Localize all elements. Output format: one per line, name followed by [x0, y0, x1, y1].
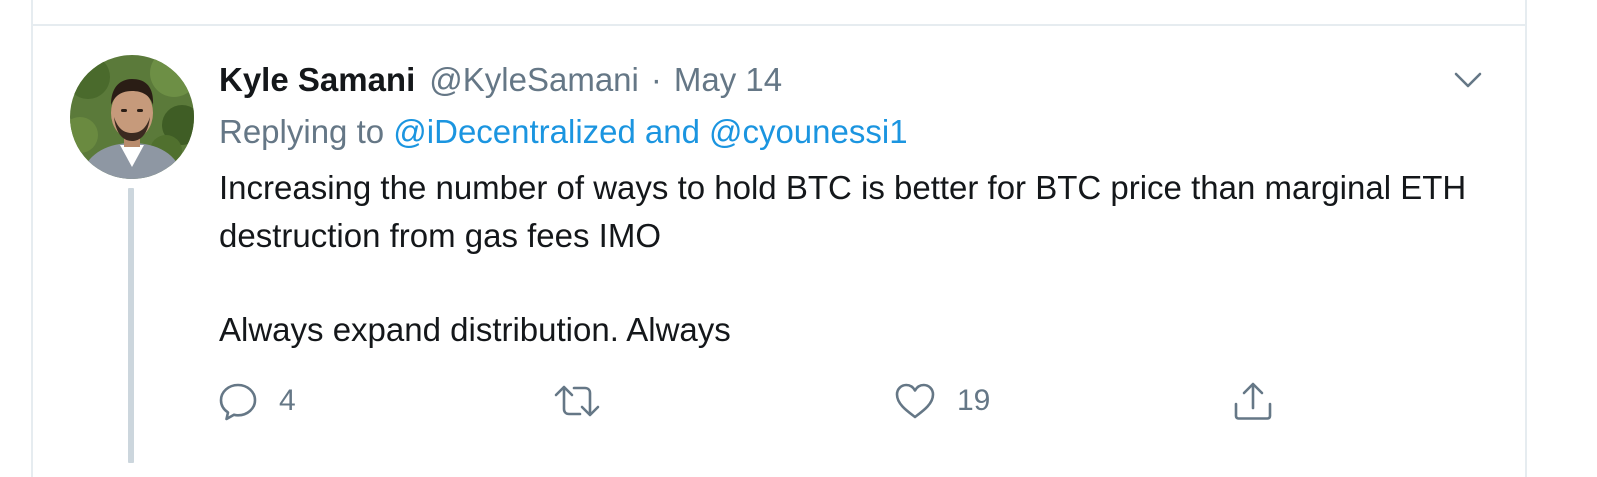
author-name[interactable]: Kyle Samani	[219, 61, 415, 99]
replying-to-label: Replying to	[219, 113, 385, 150]
mention-link[interactable]: @cyounessi1	[709, 113, 908, 151]
more-options-button[interactable]	[1450, 62, 1486, 98]
tweet-text-paragraph: Increasing the number of ways to hold BT…	[219, 169, 1467, 254]
tweet-timestamp[interactable]: May 14	[674, 61, 782, 99]
tweet-header: Kyle Samani @KyleSamani · May 14	[219, 58, 782, 102]
reply-count: 4	[279, 384, 296, 417]
header-separator: ·	[650, 61, 662, 98]
replying-to-conjunction: and	[644, 113, 700, 150]
like-button[interactable]: 19	[893, 376, 990, 426]
heart-icon	[895, 383, 935, 419]
mention-link[interactable]: @iDecentralized	[393, 113, 636, 151]
retweet-button[interactable]	[553, 376, 601, 426]
tweet-text-paragraph: Always expand distribution. Always	[219, 311, 731, 348]
reply-icon	[219, 383, 257, 421]
replying-to-line: Replying to @iDecentralized and @cyounes…	[219, 110, 908, 154]
share-button[interactable]	[1231, 376, 1275, 426]
avatar[interactable]	[70, 55, 194, 179]
chevron-down-icon	[1454, 72, 1482, 88]
retweet-icon	[554, 385, 600, 417]
thread-connector-line	[128, 188, 134, 463]
avatar-image	[70, 55, 194, 179]
timeline-column: Kyle Samani @KyleSamani · May 14 Replyin…	[31, 0, 1527, 477]
reply-button[interactable]: 4	[217, 376, 296, 426]
tweet-actions: 4 19	[217, 376, 1317, 426]
tweet-text: Increasing the number of ways to hold BT…	[219, 164, 1499, 354]
like-count: 19	[957, 384, 991, 417]
share-icon	[1234, 382, 1272, 420]
previous-tweet-edge	[33, 0, 1525, 26]
author-handle[interactable]: @KyleSamani	[429, 61, 639, 99]
